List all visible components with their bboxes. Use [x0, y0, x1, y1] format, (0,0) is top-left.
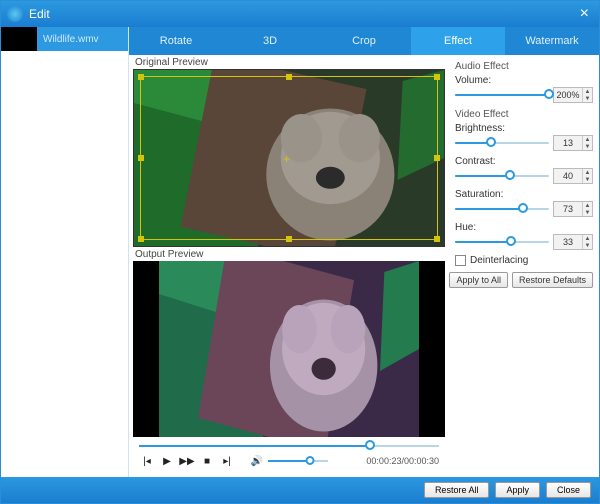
- output-image: [159, 261, 419, 437]
- original-preview: +: [133, 69, 445, 247]
- app-icon: [7, 6, 23, 22]
- volume-spin[interactable]: 200% ▲▼: [553, 87, 593, 103]
- tab-rotate[interactable]: Rotate: [129, 27, 223, 55]
- volume-control: 🔊: [249, 454, 328, 468]
- window-title: Edit: [29, 7, 50, 21]
- hue-spin[interactable]: 33▲▼: [553, 234, 593, 250]
- footer-bar: Restore All Apply Close: [1, 477, 599, 503]
- titlebar: Edit ×: [1, 1, 599, 27]
- close-icon[interactable]: ×: [576, 5, 593, 23]
- stop-button[interactable]: ■: [199, 454, 215, 468]
- deinterlacing-label: Deinterlacing: [470, 255, 528, 266]
- volume-icon[interactable]: 🔊: [249, 454, 265, 468]
- effects-panel: Audio Effect Volume: 200% ▲▼: [449, 55, 599, 477]
- next-frame-button[interactable]: ▸|: [219, 454, 235, 468]
- preview-column: Original Preview: [129, 55, 449, 477]
- play-button[interactable]: ▶: [159, 454, 175, 468]
- fast-forward-button[interactable]: ▶▶: [179, 454, 195, 468]
- content: Original Preview: [129, 55, 599, 477]
- original-preview-label: Original Preview: [133, 55, 445, 69]
- tab-watermark[interactable]: Watermark: [505, 27, 599, 55]
- edit-window: { "window": { "title": "Edit" }, "sideba…: [0, 0, 600, 504]
- hue-slider[interactable]: [455, 235, 549, 249]
- saturation-label: Saturation:: [455, 189, 593, 200]
- contrast-spin[interactable]: 40▲▼: [553, 168, 593, 184]
- transport-bar: |◂ ▶ ▶▶ ■ ▸| 🔊 00:: [133, 437, 445, 475]
- audio-effect-title: Audio Effect: [455, 61, 593, 72]
- file-name: Wildlife.wmv: [37, 34, 99, 45]
- output-preview-label: Output Preview: [133, 247, 445, 261]
- file-thumb[interactable]: Wildlife.wmv: [1, 27, 128, 51]
- contrast-slider[interactable]: [455, 169, 549, 183]
- checkbox-box-icon: [455, 255, 466, 266]
- volume-effect-slider[interactable]: [455, 88, 549, 102]
- body: Wildlife.wmv Rotate 3D Crop Effect Water…: [1, 27, 599, 477]
- volume-slider[interactable]: [268, 455, 328, 467]
- file-sidebar: Wildlife.wmv: [1, 27, 129, 477]
- crop-box[interactable]: +: [140, 76, 438, 240]
- main-panel: Rotate 3D Crop Effect Watermark Original…: [129, 27, 599, 477]
- tabs: Rotate 3D Crop Effect Watermark: [129, 27, 599, 55]
- file-thumbnail-swatch: [1, 27, 37, 51]
- close-button[interactable]: Close: [546, 482, 591, 498]
- restore-all-button[interactable]: Restore All: [424, 482, 490, 498]
- contrast-label: Contrast:: [455, 156, 593, 167]
- video-effect-title: Video Effect: [455, 109, 593, 120]
- hue-label: Hue:: [455, 222, 593, 233]
- tab-3d[interactable]: 3D: [223, 27, 317, 55]
- tab-effect[interactable]: Effect: [411, 27, 505, 55]
- prev-frame-button[interactable]: |◂: [139, 454, 155, 468]
- tab-crop[interactable]: Crop: [317, 27, 411, 55]
- deinterlacing-checkbox[interactable]: Deinterlacing: [455, 255, 593, 266]
- spin-down-icon[interactable]: ▼: [583, 95, 592, 102]
- restore-defaults-button[interactable]: Restore Defaults: [512, 272, 593, 288]
- spin-up-icon[interactable]: ▲: [583, 88, 592, 95]
- output-preview: [133, 261, 445, 437]
- crop-center-icon: +: [283, 152, 290, 166]
- brightness-slider[interactable]: [455, 136, 549, 150]
- saturation-spin[interactable]: 73▲▼: [553, 201, 593, 217]
- time-display: 00:00:23/00:00:30: [366, 456, 439, 466]
- apply-to-all-button[interactable]: Apply to All: [449, 272, 508, 288]
- brightness-spin[interactable]: 13▲▼: [553, 135, 593, 151]
- apply-button[interactable]: Apply: [495, 482, 540, 498]
- seek-slider[interactable]: [139, 437, 439, 451]
- saturation-slider[interactable]: [455, 202, 549, 216]
- volume-label: Volume:: [455, 75, 593, 86]
- brightness-label: Brightness:: [455, 123, 593, 134]
